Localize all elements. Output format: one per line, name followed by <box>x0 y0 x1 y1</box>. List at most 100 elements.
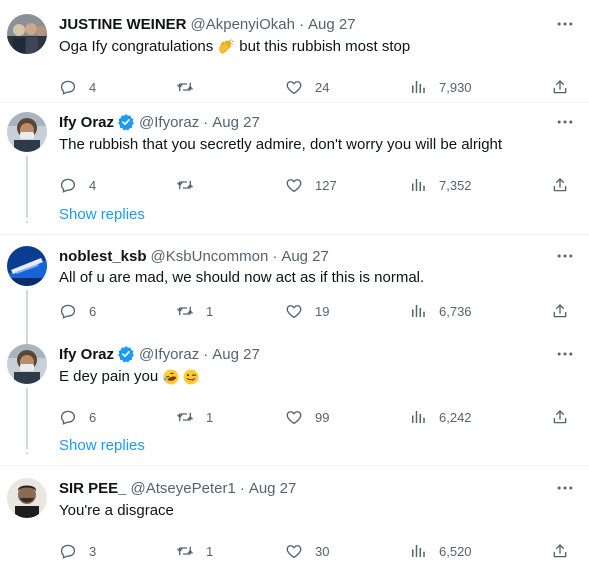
author-handle[interactable]: @AkpenyiOkah <box>191 16 295 33</box>
reply-icon <box>59 176 77 194</box>
like-icon <box>285 408 303 426</box>
verified-badge-icon <box>117 345 135 363</box>
views-button[interactable]: 6,520 <box>409 541 472 561</box>
reply-button[interactable]: 4 <box>59 175 96 195</box>
like-icon <box>285 176 303 194</box>
like-count: 99 <box>315 409 330 425</box>
tweet-header: JUSTINE WEINER @AkpenyiOkah · Aug 27 <box>59 14 356 34</box>
share-button[interactable] <box>551 301 569 321</box>
avatar-image <box>7 478 47 518</box>
divider <box>0 234 589 235</box>
retweet-icon <box>176 176 194 194</box>
tweet-date[interactable]: Aug 27 <box>212 114 260 131</box>
tweet-date[interactable]: Aug 27 <box>308 16 356 33</box>
views-count: 6,736 <box>439 303 472 319</box>
author-name[interactable]: noblest_ksb <box>59 248 147 265</box>
like-button[interactable]: 19 <box>285 301 329 321</box>
reply-icon <box>59 302 77 320</box>
reply-button[interactable]: 4 <box>59 77 96 97</box>
retweet-icon <box>176 408 194 426</box>
author-handle[interactable]: @Ifyoraz <box>139 114 199 131</box>
author-name[interactable]: Ify Oraz <box>59 114 114 131</box>
tweet-date[interactable]: Aug 27 <box>249 480 297 497</box>
tweet[interactable]: noblest_ksb @KsbUncommon · Aug 27 All of… <box>0 246 589 346</box>
separator: · <box>239 479 245 497</box>
author-name[interactable]: SIR PEE_ <box>59 480 127 497</box>
more-options-icon[interactable] <box>555 344 575 364</box>
author-handle[interactable]: @AtseyePeter1 <box>131 480 236 497</box>
like-count: 24 <box>315 79 330 95</box>
like-button[interactable]: 127 <box>285 175 337 195</box>
tweet-text-part: but this rubbish most stop <box>239 38 411 55</box>
tweet-text-part: All of u are mad, we should now act as i… <box>59 269 425 286</box>
retweet-button[interactable]: 1 <box>176 407 213 427</box>
retweet-button[interactable]: 1 <box>176 541 213 561</box>
share-icon <box>551 542 569 560</box>
reply-button[interactable]: 3 <box>59 541 96 561</box>
tweet-header: noblest_ksb @KsbUncommon · Aug 27 <box>59 246 329 266</box>
tweet-text: E dey pain you <box>59 367 200 387</box>
show-replies-link[interactable]: Show replies <box>59 206 145 223</box>
like-button[interactable]: 99 <box>285 407 329 427</box>
tweet-date[interactable]: Aug 27 <box>281 248 329 265</box>
tweet-text-part: Oga Ify congratulations <box>59 38 214 55</box>
retweet-count: 1 <box>206 409 214 425</box>
tweet-date[interactable]: Aug 27 <box>212 346 260 363</box>
reply-button[interactable]: 6 <box>59 301 96 321</box>
avatar[interactable] <box>7 246 47 286</box>
more-options-icon[interactable] <box>555 478 575 498</box>
separator: · <box>298 15 304 33</box>
author-handle[interactable]: @Ifyoraz <box>139 346 199 363</box>
avatar[interactable] <box>7 14 47 54</box>
retweet-icon <box>176 542 194 560</box>
retweet-button[interactable] <box>176 175 206 195</box>
share-button[interactable] <box>551 407 569 427</box>
more-options-icon[interactable] <box>555 246 575 266</box>
views-button[interactable]: 6,736 <box>409 301 472 321</box>
tweet-text: Oga Ify congratulations but this rubbish… <box>59 37 410 57</box>
show-replies-link[interactable]: Show replies <box>59 437 145 454</box>
views-count: 6,520 <box>439 543 472 559</box>
views-button[interactable]: 7,930 <box>409 77 472 97</box>
like-button[interactable]: 24 <box>285 77 329 97</box>
avatar[interactable] <box>7 112 47 152</box>
tweet[interactable]: SIR PEE_ @AtseyePeter1 · Aug 27 You're a… <box>0 478 589 564</box>
share-icon <box>551 176 569 194</box>
tweet-actions: 6 1 99 6,242 <box>59 407 579 427</box>
more-options-icon[interactable] <box>555 112 575 132</box>
retweet-button[interactable] <box>176 77 206 97</box>
author-handle[interactable]: @KsbUncommon <box>151 248 269 265</box>
clapping-hands-icon <box>219 39 235 54</box>
avatar-image <box>7 344 47 384</box>
share-button[interactable] <box>551 77 569 97</box>
tweet-header: Ify Oraz @Ifyoraz · Aug 27 <box>59 112 260 132</box>
views-icon <box>409 176 427 194</box>
tweet-header: Ify Oraz @Ifyoraz · Aug 27 <box>59 344 260 364</box>
avatar[interactable] <box>7 478 47 518</box>
like-icon <box>285 542 303 560</box>
tweet-text: You're a disgrace <box>59 501 174 521</box>
tweet[interactable]: JUSTINE WEINER @AkpenyiOkah · Aug 27 Oga… <box>0 14 589 100</box>
retweet-button[interactable]: 1 <box>176 301 213 321</box>
tweet[interactable]: Ify Oraz @Ifyoraz · Aug 27 E dey pain yo… <box>0 344 589 448</box>
views-count: 7,930 <box>439 79 472 95</box>
author-name[interactable]: Ify Oraz <box>59 346 114 363</box>
like-button[interactable]: 30 <box>285 541 329 561</box>
separator: · <box>203 113 209 131</box>
share-button[interactable] <box>551 541 569 561</box>
divider <box>0 465 589 466</box>
tweet[interactable]: Ify Oraz @Ifyoraz · Aug 27 The rubbish t… <box>0 112 589 216</box>
like-count: 127 <box>315 177 337 193</box>
reply-button[interactable]: 6 <box>59 407 96 427</box>
avatar[interactable] <box>7 344 47 384</box>
more-options-icon[interactable] <box>555 14 575 34</box>
author-name[interactable]: JUSTINE WEINER <box>59 16 187 33</box>
like-count: 19 <box>315 303 330 319</box>
thread-continuation <box>26 206 28 224</box>
reply-icon <box>59 78 77 96</box>
views-button[interactable]: 6,242 <box>409 407 472 427</box>
reply-count: 3 <box>89 543 97 559</box>
share-button[interactable] <box>551 175 569 195</box>
views-count: 6,242 <box>439 409 472 425</box>
views-button[interactable]: 7,352 <box>409 175 472 195</box>
